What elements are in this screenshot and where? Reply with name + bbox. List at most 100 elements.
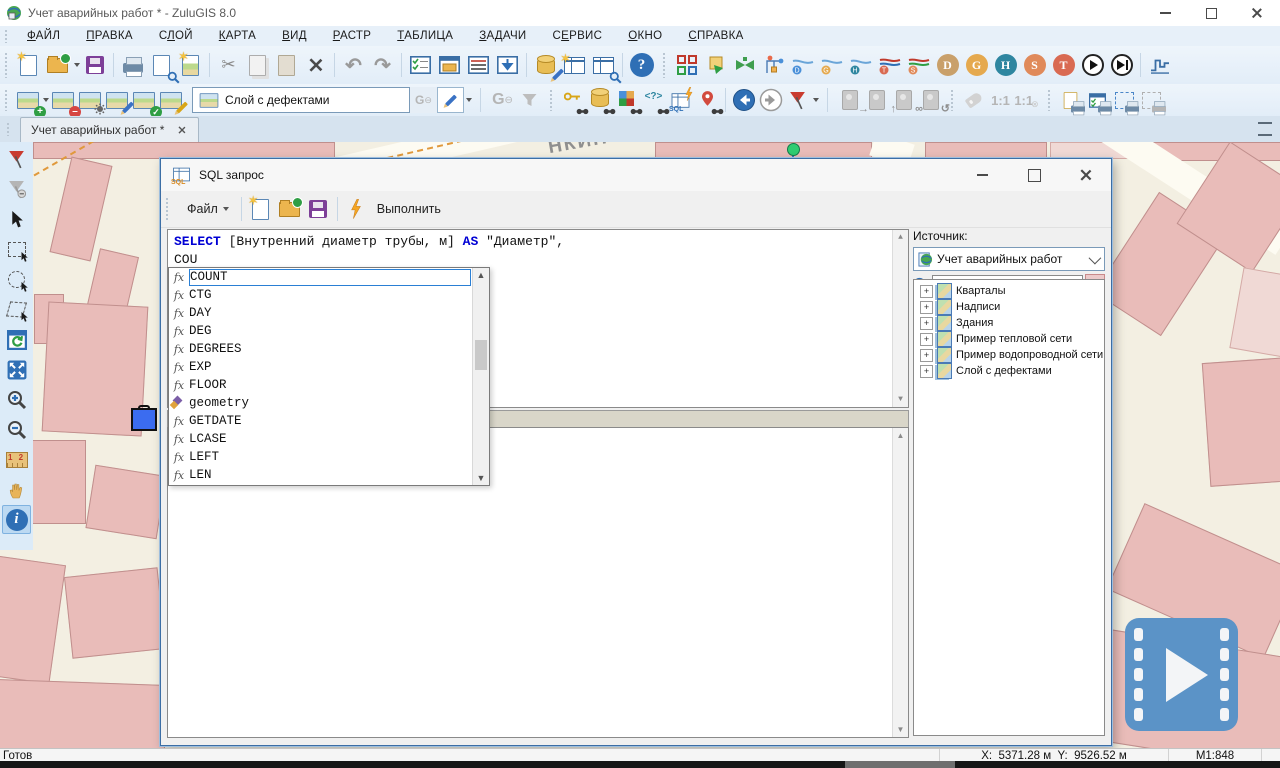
draw-pencil-button[interactable]	[437, 87, 464, 113]
dialog-close-button[interactable]	[1071, 163, 1101, 187]
remove-flag-tool[interactable]	[2, 175, 31, 204]
edit-geometry-button[interactable]	[157, 87, 184, 113]
flag-dropdown[interactable]	[813, 98, 819, 102]
results-scrollbar[interactable]: ▲▼	[892, 428, 908, 737]
card-up-button[interactable]: ↑	[863, 87, 890, 113]
card-link-button[interactable]: ∞	[890, 87, 917, 113]
autocomplete-item[interactable]: fxLEFT	[169, 448, 489, 466]
pan-hand-tool[interactable]	[2, 475, 31, 504]
expand-icon[interactable]: +	[920, 333, 933, 346]
minimize-button[interactable]	[1142, 0, 1188, 26]
mode-t-button[interactable]: T	[1049, 51, 1078, 80]
menu-layer[interactable]: СЛОЙ	[146, 28, 206, 44]
model-blocks-button[interactable]	[672, 51, 701, 80]
piezo-chart-d-button[interactable]: D	[788, 51, 817, 80]
autocomplete-item[interactable]: geometry	[169, 394, 489, 412]
object-info-tool[interactable]: i	[2, 505, 31, 534]
autocomplete-item[interactable]: fxLEN	[169, 466, 489, 484]
autocomplete-item[interactable]: fxEXP	[169, 358, 489, 376]
autocomplete-item-selected[interactable]: fxCOUNT	[169, 268, 473, 286]
expand-icon[interactable]: +	[920, 285, 933, 298]
expand-icon[interactable]: +	[920, 349, 933, 362]
dialog-file-menu[interactable]: Файл	[179, 198, 237, 220]
mode-d-button[interactable]: D	[933, 51, 962, 80]
import-layer-button[interactable]	[493, 51, 522, 80]
piezo-chart-h-button[interactable]: H	[846, 51, 875, 80]
scrollbar-thumb[interactable]	[475, 340, 487, 370]
menu-edit[interactable]: ПРАВКА	[73, 28, 146, 44]
filter-button[interactable]	[516, 87, 543, 113]
find-by-key-button[interactable]	[559, 87, 586, 113]
expand-icon[interactable]: +	[920, 317, 933, 330]
print-fit-button[interactable]	[1138, 87, 1165, 113]
dialog-new-button[interactable]: ✶	[246, 195, 275, 224]
find-in-database-button[interactable]	[586, 87, 613, 113]
copy-button[interactable]	[243, 51, 272, 80]
select-ellipse-tool[interactable]	[2, 265, 31, 294]
autocomplete-item[interactable]: fxCTG	[169, 286, 489, 304]
tab-close-icon[interactable]	[178, 126, 186, 134]
map-tab[interactable]: Учет аварийных работ *	[20, 117, 199, 142]
menu-tasks[interactable]: ЗАДАЧИ	[466, 28, 539, 44]
select-cursor-tool[interactable]	[2, 205, 31, 234]
dialog-run-button[interactable]	[342, 195, 371, 224]
scale-1-1-button[interactable]: 1:1	[987, 87, 1014, 113]
edit-layer-button[interactable]	[103, 87, 130, 113]
new-report-button[interactable]: ✶	[176, 51, 205, 80]
close-button[interactable]	[1234, 0, 1280, 26]
navigate-back-button[interactable]	[730, 87, 757, 113]
pencil-dropdown[interactable]	[466, 98, 472, 102]
measure-ruler-tool[interactable]: 1 2	[2, 445, 31, 474]
redo-button[interactable]: ↷	[368, 51, 397, 80]
tree-item[interactable]: +Слой с дефектами	[914, 363, 1104, 379]
save-button[interactable]	[80, 51, 109, 80]
print-map-button[interactable]	[1057, 87, 1084, 113]
tab-overflow-icon[interactable]	[1258, 122, 1272, 136]
navigate-forward-button[interactable]	[757, 87, 784, 113]
tree-item[interactable]: +Здания	[914, 315, 1104, 331]
mode-s-button[interactable]: S	[1020, 51, 1049, 80]
sql-query-button[interactable]: SQL	[667, 87, 694, 113]
cut-button[interactable]: ✂	[214, 51, 243, 80]
layer-properties-button[interactable]	[76, 87, 103, 113]
zoom-in-tool[interactable]	[2, 385, 31, 414]
dialog-maximize-button[interactable]	[1019, 163, 1049, 187]
start-calculation-button[interactable]	[1078, 51, 1107, 80]
autocomplete-scrollbar[interactable]: ▲▼	[472, 268, 489, 485]
commit-layer-button[interactable]: ✓	[130, 87, 157, 113]
add-flag-tool[interactable]	[2, 145, 31, 174]
menu-service[interactable]: СЕРВИС	[540, 28, 616, 44]
autocomplete-item[interactable]: fxGETDATE	[169, 412, 489, 430]
find-in-table-button[interactable]	[589, 51, 618, 80]
menu-file[interactable]: ФАЙЛ	[14, 28, 73, 44]
find-by-style-button[interactable]	[613, 87, 640, 113]
tag-labels-button[interactable]	[960, 87, 987, 113]
scale-1-1-off-button[interactable]: 1:1⊗	[1014, 87, 1041, 113]
tree-item[interactable]: +Кварталы	[914, 283, 1104, 299]
piezo-chart-s-button[interactable]: S	[904, 51, 933, 80]
source-combo[interactable]: Учет аварийных работ	[913, 247, 1105, 271]
group-off-button[interactable]: G⊖	[410, 87, 437, 113]
layer-combo[interactable]: Слой с дефектами	[192, 87, 410, 113]
map-object-marker[interactable]	[131, 408, 157, 431]
dialog-minimize-button[interactable]	[967, 163, 997, 187]
card-unlink-button[interactable]: ↺	[917, 87, 944, 113]
refresh-map-tool[interactable]	[2, 325, 31, 354]
expand-icon[interactable]: +	[920, 365, 933, 378]
open-project-button[interactable]	[43, 51, 72, 80]
find-xml-button[interactable]: <?>	[640, 87, 667, 113]
print-area-button[interactable]	[1111, 87, 1138, 113]
autocomplete-item[interactable]: fxFLOOR	[169, 376, 489, 394]
tree-item[interactable]: +Пример тепловой сети	[914, 331, 1104, 347]
autocomplete-item[interactable]: fxDAY	[169, 304, 489, 322]
new-table-button[interactable]: ✶	[560, 51, 589, 80]
print-tasks-button[interactable]	[1084, 87, 1111, 113]
video-play-overlay[interactable]	[1125, 618, 1238, 731]
mode-g-button[interactable]: G	[962, 51, 991, 80]
legend-list-button[interactable]	[464, 51, 493, 80]
card-export-button[interactable]: →	[836, 87, 863, 113]
run-button-label[interactable]: Выполнить	[377, 202, 441, 216]
tree-item[interactable]: +Надписи	[914, 299, 1104, 315]
run-script-button[interactable]	[701, 51, 730, 80]
menu-table[interactable]: ТАБЛИЦА	[384, 28, 466, 44]
